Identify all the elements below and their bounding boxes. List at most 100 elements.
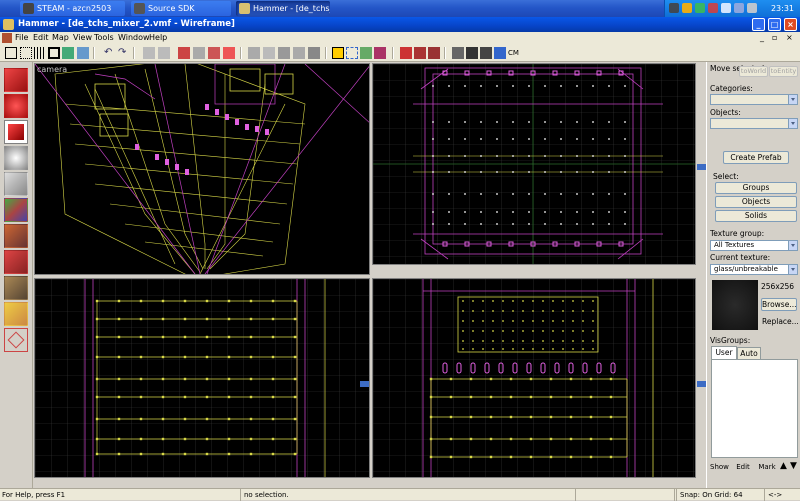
speaker-tray-icon[interactable]	[734, 3, 744, 13]
create-prefab-button[interactable]: Create Prefab	[723, 151, 789, 164]
entity-tool-icon[interactable]	[4, 146, 28, 170]
doc-restore-button[interactable]: ▫	[772, 32, 777, 44]
hollow-icon[interactable]	[374, 47, 386, 59]
viewport-splitter-handle[interactable]	[697, 164, 706, 170]
maximize-button[interactable]: □	[768, 18, 781, 31]
hide-items-icon[interactable]	[308, 47, 320, 59]
taskbar-button-hammer[interactable]: Hammer - [de_tchs_...	[236, 1, 330, 16]
group-icon[interactable]	[208, 47, 220, 59]
chat-tray-icon[interactable]	[747, 3, 757, 13]
grid-toggle-icon[interactable]	[5, 47, 17, 59]
camera-tool-icon[interactable]	[4, 120, 28, 144]
top-2d-viewport[interactable]	[372, 63, 696, 265]
carve-icon[interactable]	[77, 47, 89, 59]
menu-view[interactable]: View	[73, 32, 92, 44]
visgroups-tab-user[interactable]: User	[711, 346, 737, 359]
window-title-bar[interactable]: Hammer - [de_tchs_mixer_2.vmf - Wirefram…	[0, 17, 800, 32]
viewport-splitter-handle[interactable]	[360, 381, 369, 387]
paste-special-icon[interactable]	[193, 47, 205, 59]
menu-help[interactable]: Help	[149, 32, 167, 44]
ignore-groups-icon[interactable]	[293, 47, 305, 59]
grid-larger-icon[interactable]	[48, 47, 60, 59]
menu-file[interactable]: File	[15, 32, 28, 44]
doc-close-button[interactable]: ×	[786, 32, 793, 44]
wireframe-vertex	[432, 138, 434, 140]
move-down-icon[interactable]: ▼	[790, 461, 799, 472]
visgroup-mark-button[interactable]: Mark	[757, 461, 777, 473]
side-2d-viewport[interactable]	[372, 278, 696, 478]
front-2d-viewport[interactable]	[34, 278, 370, 478]
check-problems-icon[interactable]	[414, 47, 426, 59]
run-map-icon[interactable]	[400, 47, 412, 59]
texture-lock-icon[interactable]	[62, 47, 74, 59]
menu-map[interactable]: Map	[52, 32, 69, 44]
browse-button[interactable]: Browse...	[761, 298, 797, 311]
visgroup-show-button[interactable]: Show	[709, 461, 729, 473]
visgroups-list[interactable]	[711, 359, 798, 458]
network-tray-icon[interactable]	[682, 3, 692, 13]
wireframe-vertex	[582, 348, 584, 350]
select-groups-button[interactable]: Groups	[715, 182, 797, 194]
document-icon[interactable]	[2, 33, 12, 43]
doc-minimize-button[interactable]: _	[760, 32, 764, 44]
carve-tool-icon[interactable]	[360, 47, 372, 59]
show-all-icon[interactable]	[263, 47, 275, 59]
menu-tools[interactable]: Tools	[94, 32, 114, 44]
wireframe-vertex	[464, 85, 466, 87]
wireframe-vertex	[448, 155, 450, 157]
replace-button[interactable]: Replace...	[761, 315, 799, 328]
select-solids-button[interactable]: Solids	[715, 210, 797, 222]
texture-app-icon[interactable]	[346, 47, 358, 59]
visgroups-tab-auto[interactable]: Auto	[737, 347, 761, 359]
menu-window[interactable]: Window	[118, 32, 150, 44]
taskbar-button-source-sdk[interactable]: Source SDK	[131, 1, 231, 16]
steam-tray-icon[interactable]	[669, 3, 679, 13]
current-texture-select[interactable]: glass/unbreakable	[710, 264, 798, 275]
monitor-tray-icon[interactable]	[721, 3, 731, 13]
minimize-button[interactable]: _	[752, 18, 765, 31]
camera-viewport[interactable]: camera	[34, 63, 370, 275]
cubemap-icon[interactable]	[494, 47, 506, 59]
copy-icon[interactable]	[158, 47, 170, 59]
viewport-splitter-handle[interactable]	[697, 381, 706, 387]
selection-icon[interactable]	[332, 47, 344, 59]
app-tray-icon[interactable]	[708, 3, 718, 13]
entity-report-icon[interactable]	[428, 47, 440, 59]
paste-icon[interactable]	[178, 47, 190, 59]
menu-edit[interactable]: Edit	[33, 32, 49, 44]
visgroup-edit-button[interactable]: Edit	[733, 461, 753, 473]
texture-tool-icon[interactable]	[4, 198, 28, 222]
move-up-icon[interactable]: ▲	[780, 461, 789, 472]
cm-button[interactable]: CM	[508, 47, 524, 59]
model-icon[interactable]	[480, 47, 492, 59]
block-tool-icon[interactable]	[4, 172, 28, 196]
apply-texture-icon[interactable]	[4, 224, 28, 248]
select-objects-button[interactable]: Objects	[715, 196, 797, 208]
grid-smaller-icon[interactable]	[34, 47, 46, 59]
ungroup-icon[interactable]	[223, 47, 235, 59]
decal-tool-icon[interactable]	[4, 250, 28, 274]
categories-select[interactable]	[710, 94, 798, 105]
vertex-icon[interactable]	[452, 47, 464, 59]
magnify-tool-icon[interactable]	[4, 94, 28, 118]
toggle-group-icon[interactable]	[278, 47, 290, 59]
grid-dots-icon[interactable]	[20, 47, 32, 59]
texture-group-select[interactable]: All Textures	[710, 240, 798, 251]
shield-tray-icon[interactable]	[695, 3, 705, 13]
redo-icon[interactable]: ↷	[118, 47, 130, 59]
to-world-button[interactable]: toWorld	[739, 66, 768, 77]
wireframe-vertex	[249, 395, 253, 399]
overlay-tool-icon[interactable]	[4, 276, 28, 300]
close-button[interactable]: ×	[784, 18, 797, 31]
selection-tool-icon[interactable]	[4, 68, 28, 92]
cut-icon[interactable]	[143, 47, 155, 59]
undo-icon[interactable]: ↶	[104, 47, 116, 59]
clip-tool-icon[interactable]	[4, 302, 28, 326]
texture-preview[interactable]	[712, 280, 758, 330]
hide-selected-icon[interactable]	[248, 47, 260, 59]
grid-view-icon[interactable]	[466, 47, 478, 59]
objects-select[interactable]	[710, 118, 798, 129]
to-entity-button[interactable]: toEntity	[769, 66, 798, 77]
vertex-tool-icon[interactable]	[4, 328, 28, 352]
taskbar-button-steam[interactable]: STEAM - azcn2503	[20, 1, 125, 16]
